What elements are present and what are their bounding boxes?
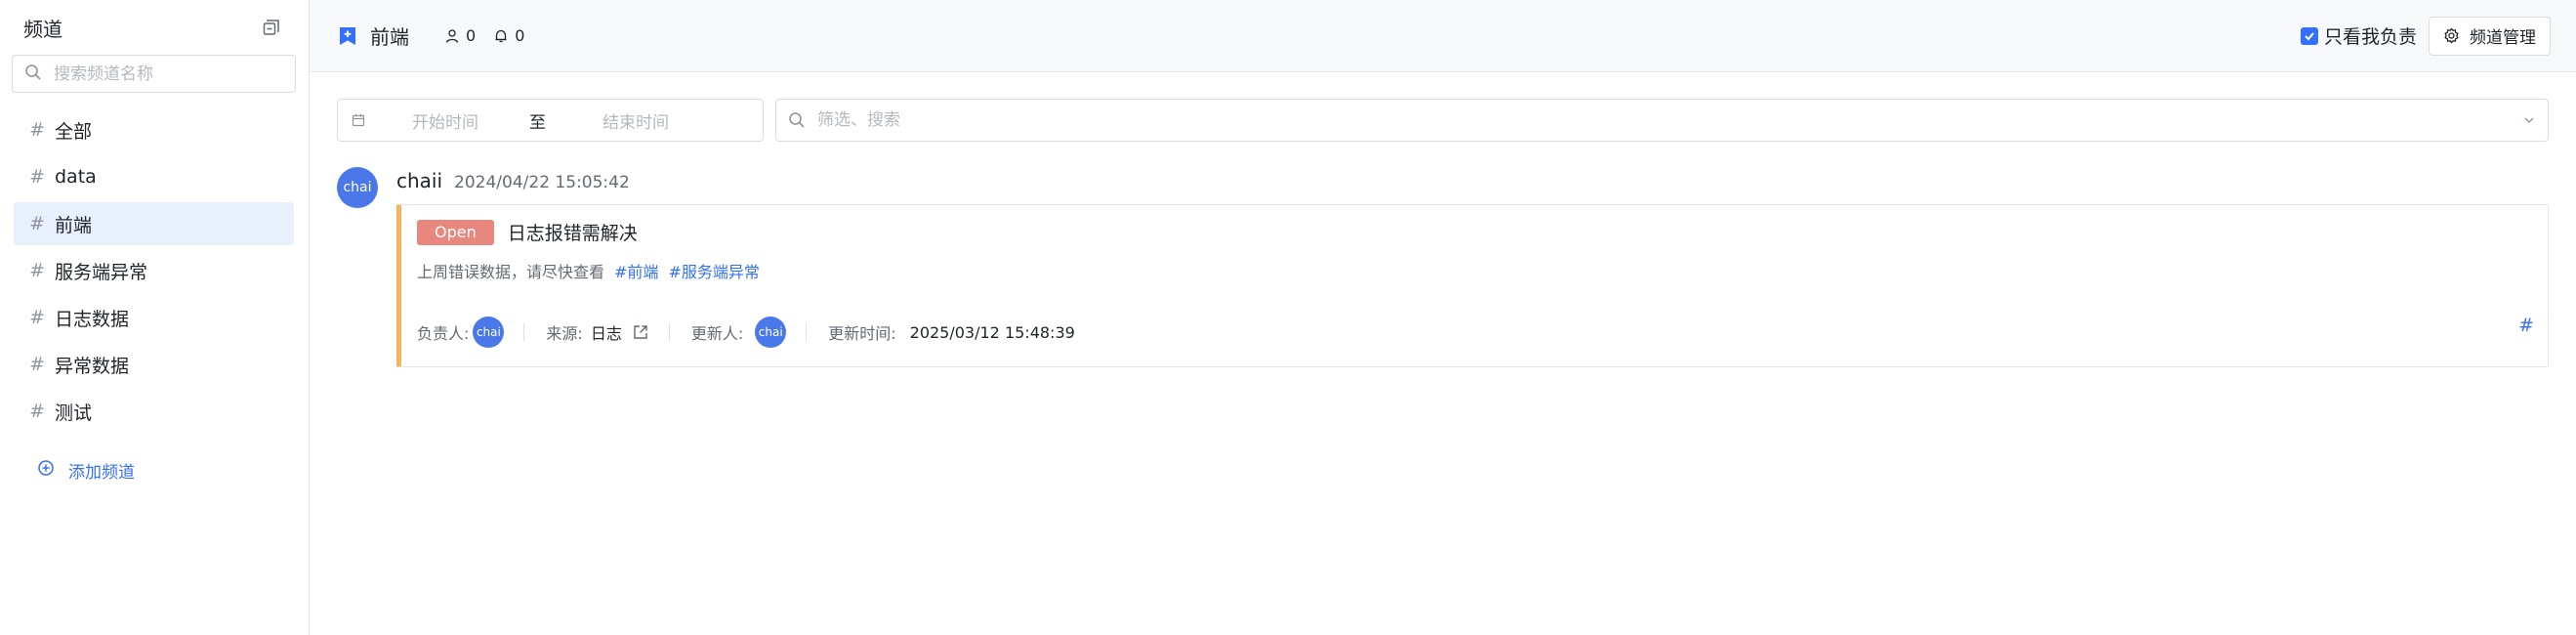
notify-count[interactable]: 0 [493, 26, 524, 45]
sidebar-item-label: 全部 [55, 120, 93, 143]
channel-manage-label: 频道管理 [2470, 28, 2536, 47]
hash-icon: # [29, 119, 45, 141]
member-count[interactable]: 0 [444, 26, 476, 45]
sidebar-item-server-error[interactable]: # 服务端异常 [14, 249, 294, 292]
sidebar-item-frontend[interactable]: # 前端 [14, 202, 294, 245]
channel-search-input[interactable] [52, 63, 283, 85]
sidebar-item-label: 前端 [55, 214, 93, 236]
status-badge: Open [417, 219, 494, 245]
assignee-label: 负责人: [417, 324, 470, 343]
add-channel-button[interactable]: 添加频道 [37, 458, 309, 483]
main-panel: 前端 0 0 只看我负责 频道管理 开始时间 至 结束时间 筛选、搜索 chai… [310, 0, 2576, 635]
sidebar-item-label: data [55, 166, 97, 188]
sidebar-item-data[interactable]: # data [14, 155, 294, 198]
assignee-avatar[interactable]: chai [473, 317, 505, 348]
meta-divider [523, 323, 525, 341]
member-count-value: 0 [466, 26, 477, 45]
sidebar-title: 频道 [23, 17, 62, 41]
hash-icon: # [29, 213, 45, 234]
source-label: 来源: [546, 324, 583, 343]
external-link-icon[interactable] [632, 323, 649, 341]
message-item: chai chaii 2024/04/22 15:05:42 Open 日志报错… [310, 167, 2576, 367]
hash-icon: # [29, 166, 45, 188]
plus-circle-icon [37, 459, 55, 482]
issue-card[interactable]: Open 日志报错需解决 上周错误数据，请尽快查看 #前端 #服务端异常 负责人… [396, 204, 2549, 367]
channel-sidebar: 频道 # 全部 # da [0, 0, 310, 635]
filter-row: 开始时间 至 结束时间 [310, 72, 2576, 142]
filter-search [775, 99, 2549, 142]
issue-description: 上周错误数据，请尽快查看 [417, 263, 605, 281]
add-channel-label: 添加频道 [68, 463, 135, 483]
updater: 更新人: chai [690, 317, 787, 348]
hash-icon: # [29, 401, 45, 422]
message-author: chaii [396, 169, 443, 192]
channel-search [12, 55, 296, 93]
meta-divider [668, 323, 670, 341]
bell-icon [495, 29, 507, 42]
updater-avatar[interactable]: chai [755, 317, 787, 348]
source: 来源: 日志 [546, 320, 648, 344]
meta-divider [806, 323, 808, 341]
updater-label: 更新人: [690, 324, 744, 343]
tag-frontend[interactable]: #前端 [614, 259, 658, 282]
hash-icon: # [29, 260, 45, 281]
updated-label: 更新时间: [828, 324, 896, 343]
only-mine-label: 只看我负责 [2323, 26, 2417, 48]
date-range-picker[interactable]: 开始时间 至 结束时间 [337, 99, 764, 142]
updated-value: 2025/03/12 15:48:39 [909, 322, 1075, 342]
sidebar-item-label: 服务端异常 [55, 261, 148, 283]
channel-topbar: 前端 0 0 只看我负责 频道管理 [310, 0, 2576, 72]
sidebar-item-label: 测试 [55, 402, 93, 424]
hash-icon: # [29, 354, 45, 375]
start-time-input[interactable]: 开始时间 [412, 108, 478, 133]
topbar-actions: 只看我负责 频道管理 [2300, 16, 2551, 56]
check-icon [2305, 31, 2314, 40]
sidebar-item-test[interactable]: # 测试 [14, 390, 294, 433]
sidebar-header: 频道 [0, 0, 309, 55]
issue-title: 日志报错需解决 [507, 223, 638, 244]
sidebar-item-label: 日志数据 [55, 308, 130, 330]
avatar[interactable]: chai [337, 167, 378, 208]
search-icon [24, 64, 42, 85]
message-timestamp: 2024/04/22 15:05:42 [454, 173, 630, 192]
sidebar-item-all[interactable]: # 全部 [14, 108, 294, 151]
channel-title: 前端 [370, 25, 409, 49]
collapse-sidebar-icon[interactable] [260, 16, 283, 39]
channel-add-icon [337, 25, 358, 47]
user-icon [445, 28, 459, 43]
assignee: 负责人: chai [417, 317, 505, 348]
issue-description-row: 上周错误数据，请尽快查看 #前端 #服务端异常 [417, 259, 2532, 282]
notify-count-value: 0 [515, 26, 525, 45]
updated-time: 更新时间: 2025/03/12 15:48:39 [828, 320, 1075, 344]
channel-manage-button[interactable]: 频道管理 [2429, 16, 2551, 56]
channel-list: # 全部 # data # 前端 # 服务端异常 # 日志数据 # 异常数据 #… [0, 108, 309, 433]
app-root: 频道 # 全部 # da [0, 0, 2576, 635]
search-icon [789, 112, 805, 128]
sidebar-item-error-data[interactable]: # 异常数据 [14, 343, 294, 386]
hash-icon: # [29, 307, 45, 328]
chevron-down-icon[interactable] [2522, 113, 2536, 127]
source-value: 日志 [590, 324, 622, 343]
date-range-separator: 至 [529, 112, 546, 133]
message-header: chaii 2024/04/22 15:05:42 [396, 167, 2549, 200]
calendar-icon [352, 114, 365, 127]
end-time-input[interactable]: 结束时间 [602, 108, 669, 133]
card-title-row: Open 日志报错需解决 [417, 219, 2532, 245]
issue-meta: 负责人: chai 来源: 日志 更新人: chai 更新时间: 2025/03… [417, 317, 2532, 348]
sidebar-item-log-data[interactable]: # 日志数据 [14, 296, 294, 339]
sidebar-item-label: 异常数据 [55, 355, 130, 377]
only-mine-checkbox[interactable] [2300, 26, 2318, 45]
filter-search-input[interactable] [815, 109, 2513, 131]
gear-icon [2444, 27, 2459, 44]
tag-server-error[interactable]: #服务端异常 [668, 259, 759, 282]
only-mine-toggle[interactable]: 只看我负责 [2300, 22, 2417, 49]
card-hash-link[interactable]: # [2518, 315, 2534, 336]
